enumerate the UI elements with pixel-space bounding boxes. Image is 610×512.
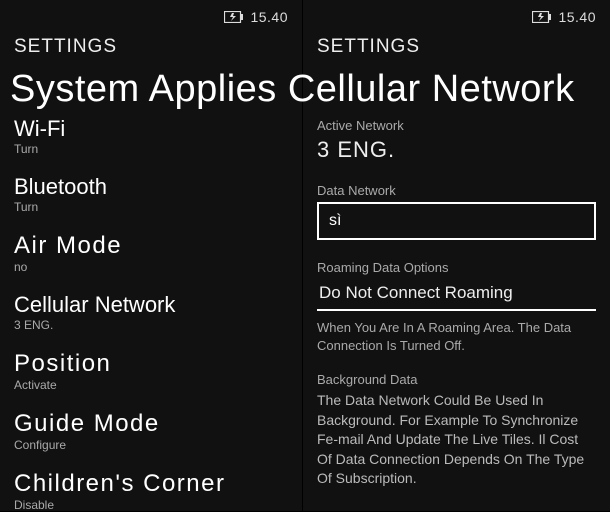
item-title: Wi-Fi: [14, 118, 288, 140]
item-sub: Turn: [14, 142, 288, 156]
item-position[interactable]: Position Activate: [14, 352, 288, 392]
item-title: Position: [14, 352, 288, 376]
item-cellular-network[interactable]: Cellular Network 3 ENG.: [14, 294, 288, 332]
clock-left: 15.40: [250, 9, 288, 25]
roaming-options-select[interactable]: Do Not Connect Roaming: [317, 279, 596, 311]
background-data-label: Background Data: [317, 372, 596, 387]
item-childrens-corner[interactable]: Children's Corner Disable: [14, 472, 288, 512]
roaming-helper-text: When You Are In A Roaming Area. The Data…: [317, 319, 596, 354]
item-title: Guide Mode: [14, 412, 288, 436]
active-network-label: Active Network: [317, 118, 596, 133]
clock-right: 15.40: [558, 9, 596, 25]
battery-icon: [532, 11, 552, 23]
item-sub: Configure: [14, 438, 288, 452]
settings-list: Wi-Fi Turn Bluetooth Turn Air Mode no Ce…: [14, 118, 288, 512]
item-air-mode[interactable]: Air Mode no: [14, 234, 288, 274]
status-bar-right: 15.40: [317, 0, 596, 30]
item-title: Air Mode: [14, 234, 288, 258]
overlay-heading: System Applies Cellular Network: [10, 68, 600, 111]
data-network-label: Data Network: [317, 183, 596, 198]
item-sub: no: [14, 260, 288, 274]
page-title-left: SETTINGS: [14, 36, 288, 58]
item-wifi[interactable]: Wi-Fi Turn: [14, 118, 288, 156]
item-sub: 3 ENG.: [14, 318, 288, 332]
status-bar-left: 15.40: [14, 0, 288, 30]
item-bluetooth[interactable]: Bluetooth Turn: [14, 176, 288, 214]
item-title: Bluetooth: [14, 176, 288, 198]
data-network-select[interactable]: sì: [317, 202, 596, 240]
active-network-value: 3 ENG.: [317, 137, 596, 163]
item-title: Children's Corner: [14, 472, 288, 496]
item-guide-mode[interactable]: Guide Mode Configure: [14, 412, 288, 452]
battery-icon: [224, 11, 244, 23]
item-sub: Turn: [14, 200, 288, 214]
item-title: Cellular Network: [14, 294, 288, 316]
item-sub: Disable: [14, 498, 288, 512]
background-data-text: The Data Network Could Be Used In Backgr…: [317, 391, 596, 489]
roaming-options-label: Roaming Data Options: [317, 260, 596, 275]
page-title-right: SETTINGS: [317, 36, 596, 58]
item-sub: Activate: [14, 378, 288, 392]
